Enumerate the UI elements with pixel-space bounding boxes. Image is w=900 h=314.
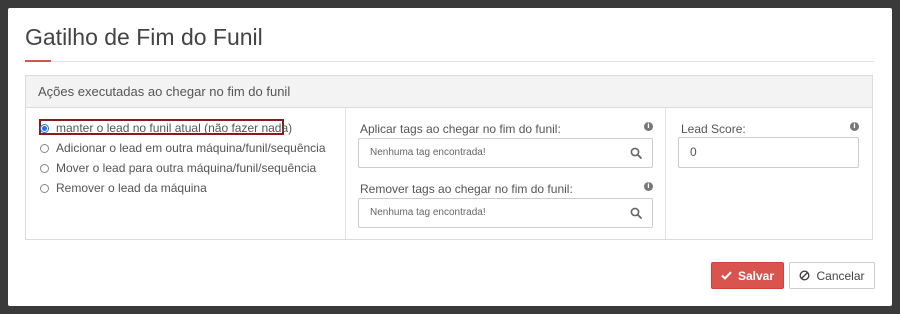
- check-icon: [721, 271, 732, 280]
- title-accent-bar: [25, 60, 51, 62]
- radio-button[interactable]: [40, 163, 49, 173]
- cancel-label: Cancelar: [816, 268, 865, 283]
- radio-label: manter o lead no funil atual (não fazer …: [56, 121, 293, 135]
- apply-tags-placeholder: Nenhuma tag encontrada!: [370, 147, 486, 158]
- panel-heading: Ações executadas ao chegar no fim do fun…: [26, 76, 872, 108]
- apply-tags-input[interactable]: Nenhuma tag encontrada!: [358, 138, 653, 168]
- tags-column: Aplicar tags ao chegar no fim do funil: …: [346, 108, 666, 239]
- ban-icon: [799, 270, 810, 281]
- radio-option-move[interactable]: Mover o lead para outra máquina/funil/se…: [40, 159, 316, 177]
- radio-label: Mover o lead para outra máquina/funil/se…: [56, 161, 317, 175]
- info-circle-icon[interactable]: i: [644, 182, 653, 191]
- save-button[interactable]: Salvar: [711, 262, 784, 289]
- search-icon[interactable]: [630, 207, 642, 219]
- remove-tags-input[interactable]: Nenhuma tag encontrada!: [358, 198, 653, 228]
- lead-score-label: Lead Score:: [681, 122, 746, 136]
- apply-tags-label: Aplicar tags ao chegar no fim do funil:: [360, 122, 561, 136]
- title-divider: [25, 61, 875, 62]
- end-of-funnel-trigger-dialog: Gatilho de Fim do Funil Ações executadas…: [8, 8, 892, 306]
- radio-option-keep[interactable]: manter o lead no funil atual (não fazer …: [40, 119, 292, 137]
- radio-label: Adicionar o lead em outra máquina/funil/…: [56, 141, 326, 155]
- radio-option-add[interactable]: Adicionar o lead em outra máquina/funil/…: [40, 139, 326, 157]
- action-options-column: manter o lead no funil atual (não fazer …: [26, 108, 346, 239]
- radio-option-remove[interactable]: Remover o lead da máquina: [40, 179, 207, 197]
- remove-tags-placeholder: Nenhuma tag encontrada!: [370, 207, 486, 218]
- cancel-button[interactable]: Cancelar: [789, 262, 875, 289]
- remove-tags-label: Remover tags ao chegar no fim do funil:: [360, 182, 573, 196]
- save-label: Salvar: [737, 268, 775, 283]
- search-icon[interactable]: [630, 147, 642, 159]
- lead-score-column: Lead Score: i 0: [666, 108, 872, 239]
- dialog-title: Gatilho de Fim do Funil: [25, 24, 263, 50]
- actions-panel: Ações executadas ao chegar no fim do fun…: [25, 75, 873, 240]
- radio-button[interactable]: [40, 143, 49, 153]
- radio-button[interactable]: [40, 183, 49, 193]
- info-circle-icon[interactable]: i: [644, 122, 653, 131]
- radio-label: Remover o lead da máquina: [56, 181, 207, 195]
- lead-score-input[interactable]: 0: [678, 137, 859, 168]
- info-circle-icon[interactable]: i: [850, 122, 859, 131]
- radio-button-checked[interactable]: [40, 123, 49, 133]
